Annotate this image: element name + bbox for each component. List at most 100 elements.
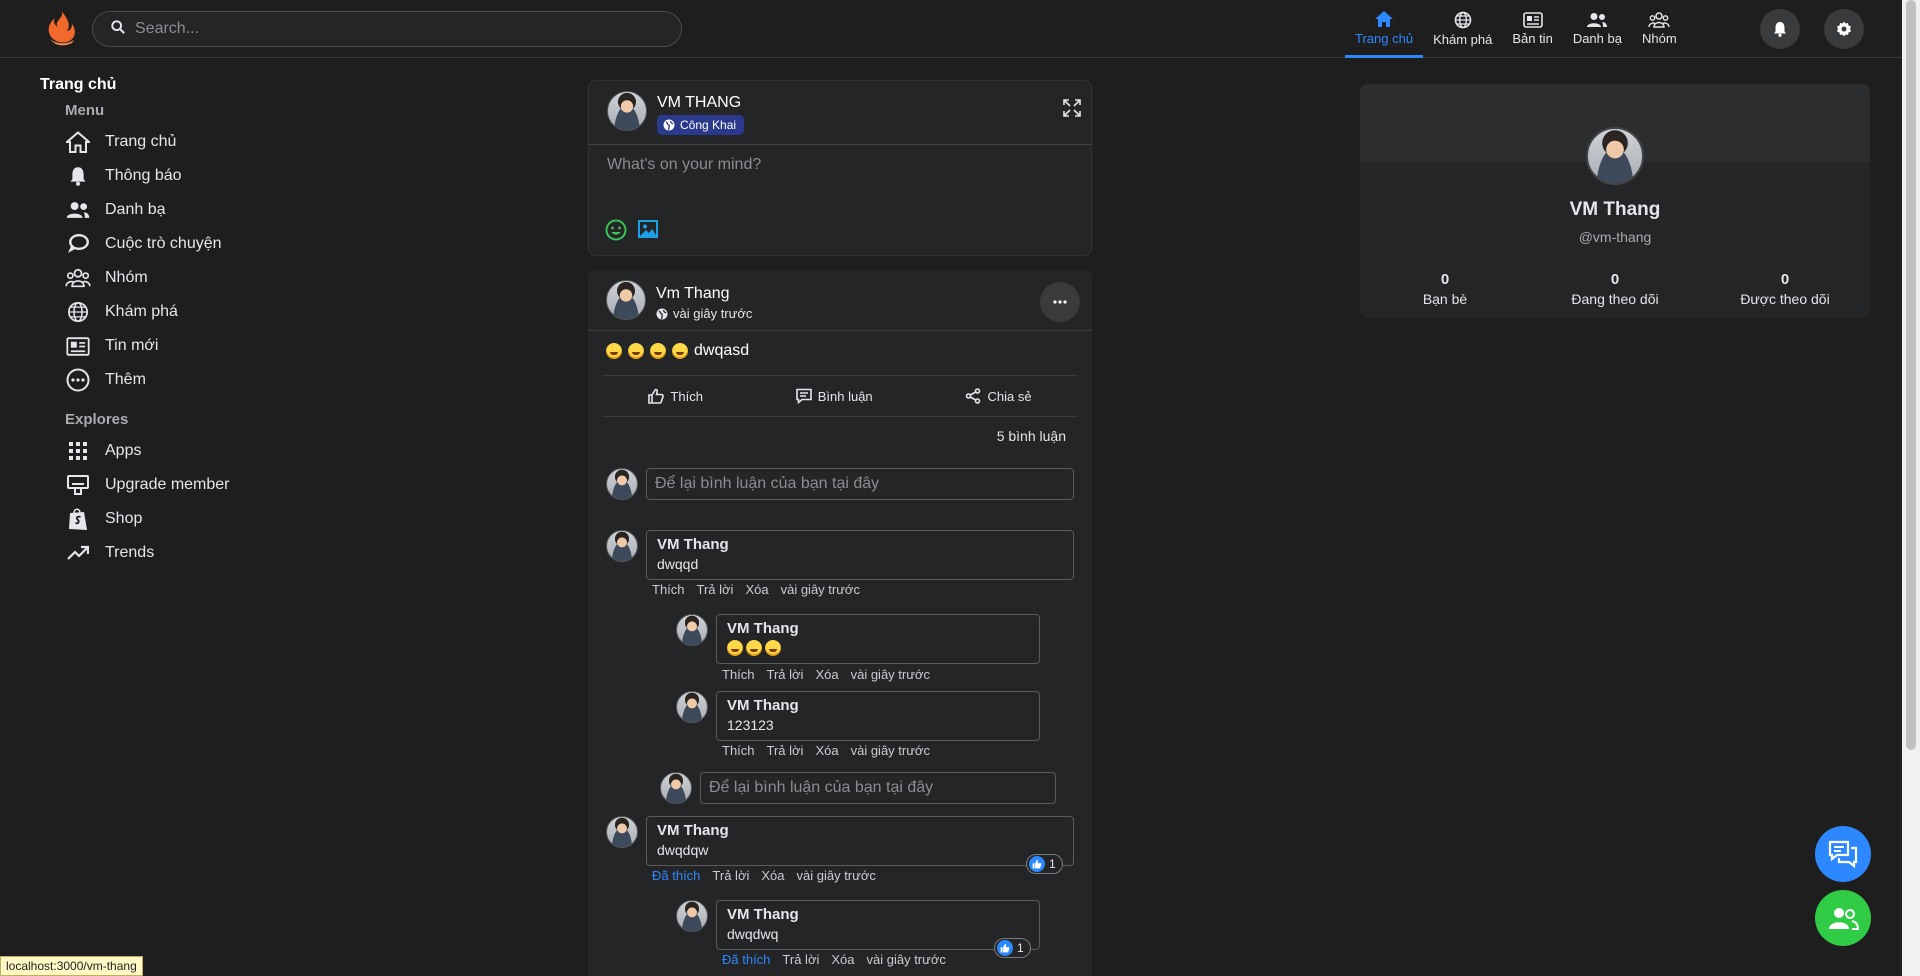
avatar[interactable] (607, 91, 647, 131)
monitor-icon (67, 475, 89, 495)
tab-groups[interactable]: Nhóm (1632, 0, 1687, 58)
sidebar-item-apps[interactable]: Apps (65, 434, 340, 468)
comment-like-count[interactable]: 1 (994, 938, 1031, 958)
scrollbar-thumb[interactable] (1906, 0, 1916, 750)
post-author[interactable]: Vm Thang (656, 285, 752, 303)
comment-like-button[interactable]: Thích (722, 667, 755, 682)
privacy-selector[interactable]: Công Khai (657, 115, 745, 135)
sidebar-item-label: Thông báo (105, 167, 182, 184)
sidebar-item-news[interactable]: Tin mới (65, 329, 340, 363)
comment-time: vài giây trước (850, 667, 930, 682)
tab-home[interactable]: Trang chủ (1345, 0, 1424, 58)
profile-avatar[interactable] (1586, 127, 1644, 185)
tab-explore[interactable]: Khám phá (1423, 0, 1502, 58)
search-box (92, 11, 682, 47)
comment-button[interactable]: Bình luận (795, 388, 873, 404)
settings-button[interactable] (1824, 9, 1864, 49)
like-button[interactable]: Thích (648, 388, 703, 404)
search-input[interactable] (135, 20, 655, 38)
search-icon (111, 20, 125, 38)
sidebar-item-home[interactable]: Trang chủ (65, 125, 340, 159)
comment-like-count[interactable]: 1 (1026, 854, 1063, 874)
sidebar-item-notifications[interactable]: Thông báo (65, 159, 340, 193)
post-options-button[interactable] (1040, 282, 1080, 322)
notifications-button[interactable] (1760, 9, 1800, 49)
comment-time: vài giây trước (850, 743, 930, 758)
emoji-icon (727, 640, 743, 656)
sidebar-item-label: Trang chủ (105, 133, 177, 150)
comment-like-button[interactable]: Thích (722, 743, 755, 758)
comment-delete-button[interactable]: Xóa (761, 868, 784, 883)
comment-reply-button[interactable]: Trả lời (697, 582, 734, 597)
comment-bubble: VM Thang dwqdwq (716, 900, 1040, 950)
contacts-button[interactable] (1815, 890, 1871, 946)
avatar (660, 772, 692, 804)
post-content: dwqasd (606, 342, 749, 360)
explores-heading: Explores (65, 411, 129, 428)
comment-author[interactable]: VM Thang (727, 906, 1029, 923)
stat-friends[interactable]: 0 Bạn bè (1360, 271, 1530, 307)
left-sidebar: Trang chủ Menu Trang chủ Thông báo Danh … (40, 76, 340, 570)
sidebar-item-contacts[interactable]: Danh bạ (65, 193, 340, 227)
profile-handle: @vm-thang (1578, 229, 1652, 245)
comment-reply-button[interactable]: Trả lời (712, 868, 749, 883)
like-label: Thích (670, 388, 703, 404)
sidebar-title: Trang chủ (40, 76, 117, 93)
stat-followers[interactable]: 0 Được theo dõi (1700, 271, 1870, 307)
comment-count[interactable]: 5 bình luận (997, 428, 1066, 444)
comment-author[interactable]: VM Thang (657, 536, 1063, 553)
divider (589, 144, 1091, 145)
tab-news[interactable]: Bản tin (1502, 0, 1562, 58)
chat-icon (68, 234, 89, 253)
avatar[interactable] (606, 530, 638, 562)
sidebar-item-trends[interactable]: Trends (65, 536, 340, 570)
avatar[interactable] (676, 900, 708, 932)
avatar[interactable] (606, 280, 646, 320)
stat-following[interactable]: 0 Đang theo dõi (1530, 271, 1700, 307)
avatar[interactable] (676, 691, 708, 723)
comment-time: vài giây trước (780, 582, 860, 597)
sidebar-item-explore[interactable]: Khám phá (65, 295, 340, 329)
comment-delete-button[interactable]: Xóa (815, 743, 838, 758)
image-upload-icon[interactable] (637, 219, 659, 245)
page-scrollbar[interactable] (1902, 0, 1920, 976)
tab-contacts[interactable]: Danh bạ (1563, 0, 1632, 58)
comment-input[interactable] (646, 468, 1074, 500)
comment-author[interactable]: VM Thang (727, 697, 1029, 714)
comment-delete-button[interactable]: Xóa (815, 667, 838, 682)
sidebar-item-chats[interactable]: Cuộc trò chuyện (65, 227, 340, 261)
chat-button[interactable] (1815, 826, 1871, 882)
profile-name[interactable]: VM Thang (1360, 199, 1870, 221)
stat-label: Được theo dõi (1740, 291, 1830, 307)
newspaper-icon (66, 336, 90, 356)
sidebar-item-more[interactable]: Thêm (65, 363, 340, 397)
comment-reply-button[interactable]: Trả lời (767, 667, 804, 682)
share-button[interactable]: Chia sẻ (965, 388, 1032, 404)
post-composer-input[interactable]: What's on your mind? (607, 156, 761, 174)
chat-icon (1828, 840, 1858, 868)
avatar[interactable] (606, 816, 638, 848)
comment-author[interactable]: VM Thang (657, 822, 1063, 839)
sidebar-item-groups[interactable]: Nhóm (65, 261, 340, 295)
comment-delete-button[interactable]: Xóa (745, 582, 768, 597)
avatar[interactable] (676, 614, 708, 646)
comment-bubble: VM Thang dwqdqw (646, 816, 1074, 866)
comment-delete-button[interactable]: Xóa (831, 952, 854, 967)
comment-like-button[interactable]: Đã thích (652, 868, 700, 883)
sidebar-item-upgrade[interactable]: Upgrade member (65, 468, 340, 502)
comment-author[interactable]: VM Thang (727, 620, 1029, 637)
group-icon (1648, 12, 1671, 28)
comment-like-button[interactable]: Thích (652, 582, 685, 597)
app-logo[interactable] (44, 9, 78, 47)
sidebar-item-shop[interactable]: Shop (65, 502, 340, 536)
home-icon (66, 131, 90, 153)
comment-like-button[interactable]: Đã thích (722, 952, 770, 967)
comment-reply-button[interactable]: Trả lời (782, 952, 819, 967)
reply-input[interactable] (700, 772, 1056, 804)
expand-icon[interactable] (1063, 99, 1081, 121)
emoji-icon (746, 640, 762, 656)
emoji-icon[interactable] (605, 219, 627, 245)
emoji-icon (606, 343, 622, 359)
comment-reply-button[interactable]: Trả lời (767, 743, 804, 758)
contacts-icon (1829, 908, 1859, 930)
